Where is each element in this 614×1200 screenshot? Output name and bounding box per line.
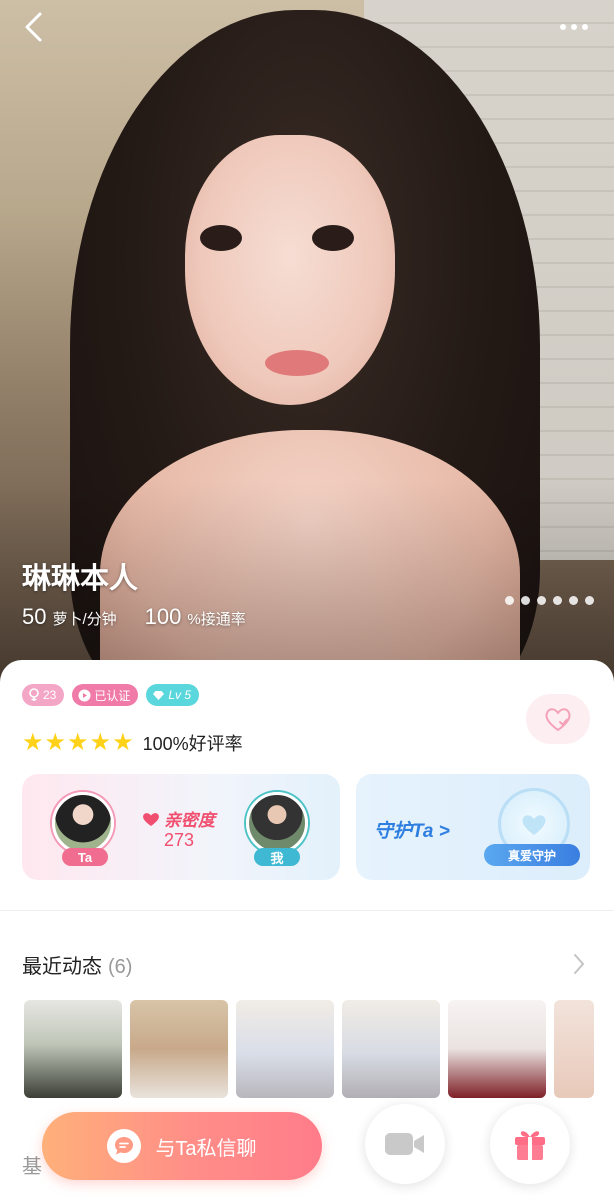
- age-icon: [29, 688, 39, 701]
- answer-rate-unit: %接通率: [187, 611, 246, 628]
- diamond-icon: [153, 690, 165, 700]
- private-chat-label: 与Ta私信聊: [155, 1137, 257, 1160]
- moment-thumbnail[interactable]: [236, 1000, 334, 1098]
- star-icon: ★: [67, 729, 89, 756]
- guard-banner: 真爱守护: [484, 844, 580, 866]
- moments-count: (6): [108, 956, 133, 978]
- moment-thumbnail[interactable]: [130, 1000, 228, 1098]
- moment-thumbnail[interactable]: [342, 1000, 440, 1098]
- pager-dot[interactable]: [505, 596, 514, 605]
- moments-more-button[interactable]: [570, 952, 588, 976]
- star-icon: ★: [112, 729, 134, 756]
- rating-text: 100%好评率: [142, 734, 243, 754]
- tag-me: 我: [254, 848, 300, 866]
- intimacy-label-wrap: 亲密度: [142, 806, 215, 831]
- moments-thumbnails: [24, 1000, 594, 1098]
- photo-subject-lips: [265, 350, 329, 376]
- star-rating: ★ ★ ★ ★ ★: [22, 731, 135, 755]
- age-value: 23: [43, 688, 57, 702]
- pager-dot[interactable]: [569, 596, 578, 605]
- intimacy-card[interactable]: Ta 亲密度 273 我: [22, 774, 340, 880]
- intimacy-label: 亲密度: [164, 811, 215, 830]
- private-chat-button[interactable]: 与Ta私信聊: [42, 1112, 322, 1180]
- chevron-right-icon: [574, 954, 585, 974]
- moment-thumbnail[interactable]: [448, 1000, 546, 1098]
- verified-badge: 已认证: [72, 684, 139, 706]
- age-badge: 23: [22, 684, 65, 706]
- badge-row: 23 已认证 Lv 5: [22, 684, 200, 706]
- price-value: 50: [22, 604, 47, 629]
- divider: [0, 910, 614, 911]
- heart-icon: [143, 812, 159, 826]
- tag-ta: Ta: [62, 848, 108, 866]
- guard-label: 守护Ta >: [374, 821, 450, 842]
- photo-subject-eye: [312, 225, 354, 251]
- more-button[interactable]: [556, 14, 592, 40]
- verified-label: 已认证: [94, 688, 131, 703]
- pager-dot[interactable]: [585, 596, 594, 605]
- profile-name: 琳琳本人: [22, 563, 139, 595]
- moment-thumbnail[interactable]: [554, 1000, 594, 1098]
- intimacy-value: 273: [164, 830, 195, 850]
- moments-title: 最近动态: [22, 956, 102, 978]
- more-icon-dot: [582, 24, 588, 30]
- star-icon: ★: [89, 729, 112, 756]
- avatar-ta[interactable]: [52, 792, 114, 854]
- level-badge: Lv 5: [146, 684, 200, 706]
- more-icon-dot: [571, 24, 577, 30]
- back-button[interactable]: [18, 10, 52, 44]
- avatar-me[interactable]: [246, 792, 308, 854]
- price-unit: 萝卜/分钟: [52, 611, 117, 628]
- gift-icon: [515, 1131, 545, 1160]
- chat-bubble-icon: [107, 1129, 142, 1163]
- pager-dot[interactable]: [537, 596, 546, 605]
- video-camera-icon: [385, 1133, 424, 1155]
- star-icon: ★: [22, 729, 44, 756]
- verified-icon: [78, 689, 91, 701]
- moments-header[interactable]: 最近动态 (6): [22, 950, 132, 979]
- more-icon: [560, 24, 566, 30]
- video-call-button[interactable]: [365, 1104, 445, 1184]
- profile-stats: 50 萝卜/分钟 100 %接通率: [22, 604, 274, 630]
- guard-card[interactable]: 守护Ta > 真爱守护: [356, 774, 590, 880]
- heart-outline-icon: [545, 708, 571, 732]
- rating-row: ★ ★ ★ ★ ★ 100%好评率: [22, 730, 243, 756]
- follow-button[interactable]: [526, 694, 590, 744]
- basic-info-heading: 基: [22, 1156, 42, 1178]
- pager-dot[interactable]: [553, 596, 562, 605]
- level-label: Lv 5: [168, 688, 192, 702]
- pager-dot[interactable]: [521, 596, 530, 605]
- answer-rate-value: 100: [144, 604, 182, 629]
- back-icon: [25, 12, 42, 42]
- photo-subject-eye: [200, 225, 242, 251]
- photo-pager-dots[interactable]: [505, 596, 594, 605]
- profile-photo[interactable]: 琳琳本人 50 萝卜/分钟 100 %接通率: [0, 0, 614, 690]
- moment-thumbnail[interactable]: [24, 1000, 122, 1098]
- gift-button[interactable]: [490, 1104, 570, 1184]
- star-icon: ★: [44, 729, 67, 756]
